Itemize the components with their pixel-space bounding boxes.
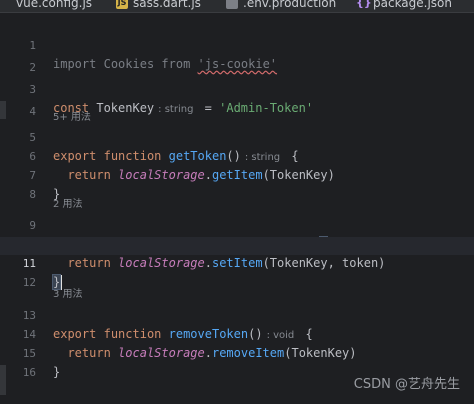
tab-package-json[interactable]: {} package.json [356,0,452,12]
code-line: 10 return localStorage.setItem(TokenKey,… [0,218,474,270]
code-line: 15 } [0,327,474,379]
json-file-icon: {} [356,0,372,9]
usage-hint-row: 2 用法 [0,184,474,210]
editor-tab-bar: vue.config.js JS sass.dart.js .env.produ… [0,0,474,13]
js-file-icon: JS [116,0,128,9]
code-text: } [53,365,61,379]
code-line: 6 return localStorage.getItem(TokenKey) [0,130,474,182]
line-number: 16 [22,366,36,379]
env-file-icon [226,0,238,9]
code-line: 7 } [0,149,474,201]
code-line: 2 [0,41,474,74]
code-line-current: 11 } [0,237,474,290]
tab-vue-config[interactable]: vue.config.js [16,0,92,12]
usage-hint-row: 5+ 用法 [0,97,474,123]
code-line: 5 export function getToken(): string { [0,111,474,163]
code-line: 9 export function setToken(token): void … [0,199,474,252]
code-editor[interactable]: 1 import Cookies from 'js-cookie' 2 3 co… [0,13,474,404]
code-line: 12 [0,256,474,289]
tab-label: .env.production [243,0,337,10]
tab-label: package.json [373,0,453,10]
code-line: 3 const TokenKey: string = 'Admin-Token' [0,63,474,115]
usage-hint-row: 3 用法 [0,274,474,300]
watermark: CSDN @艺舟先生 [353,377,460,392]
code-line: 16 [0,346,474,379]
tab-env-production[interactable]: .env.production [226,0,336,12]
code-line: 1 import Cookies from 'js-cookie' [0,19,474,71]
code-line: 13 export function removeToken(): void { [0,289,474,341]
tab-sass-dart[interactable]: JS sass.dart.js [116,0,201,12]
tab-label: vue.config.js [16,0,93,10]
code-line: 14 return localStorage.removeItem(TokenK… [0,308,474,360]
tab-label: sass.dart.js [133,0,201,10]
